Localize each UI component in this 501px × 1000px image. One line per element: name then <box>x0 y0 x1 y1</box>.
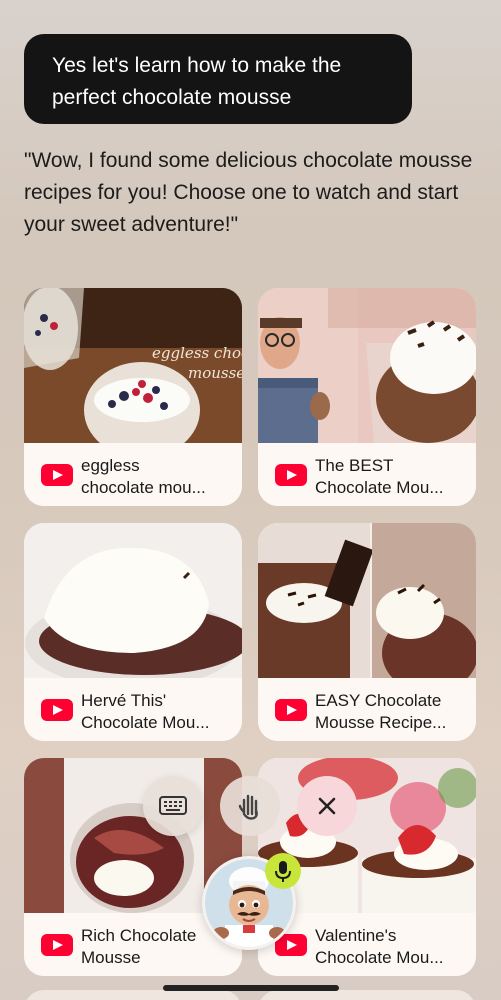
video-title: Chocolate Mou... <box>315 478 444 497</box>
video-title: Hervé This' <box>81 691 167 710</box>
video-title: The BEST <box>315 456 394 475</box>
video-title: eggless <box>81 456 140 475</box>
youtube-icon <box>275 699 307 721</box>
close-button[interactable] <box>297 776 357 836</box>
video-card-best[interactable]: The BEST Chocolate Mou... <box>258 288 476 506</box>
assistant-message: "Wow, I found some delicious chocolate m… <box>24 149 473 236</box>
keyboard-button[interactable] <box>143 776 203 836</box>
video-title: Chocolate Mou... <box>315 948 444 967</box>
video-card-peek <box>24 990 242 1000</box>
keyboard-icon <box>159 796 187 815</box>
youtube-icon <box>41 699 73 721</box>
youtube-icon <box>41 464 73 486</box>
video-caption: EASY Chocolate Mousse Recipe... <box>258 678 476 741</box>
video-title: EASY Chocolate <box>315 691 442 710</box>
video-title: Mousse <box>81 948 141 967</box>
microphone-icon <box>275 861 291 882</box>
video-thumbnail <box>258 288 476 443</box>
thumbnail-overlay-text: mousse <box>188 364 242 382</box>
hand-button[interactable] <box>220 776 280 836</box>
video-card-eggless[interactable]: eggless choco mousse eggless chocolate m… <box>24 288 242 506</box>
video-caption: Hervé This' Chocolate Mou... <box>24 678 242 741</box>
home-indicator[interactable] <box>163 985 339 991</box>
video-title: Mousse Recipe... <box>315 713 447 732</box>
video-card-peek <box>258 990 476 1000</box>
video-card-rich[interactable]: Rich Chocolate Mousse <box>24 758 242 976</box>
hand-icon <box>238 794 258 820</box>
video-card-easy[interactable]: EASY Chocolate Mousse Recipe... <box>258 523 476 741</box>
thumbnail-overlay-text: eggless choco <box>152 344 242 362</box>
close-icon <box>318 797 336 815</box>
video-card-herve[interactable]: Hervé This' Chocolate Mou... <box>24 523 242 741</box>
video-title: chocolate mou... <box>81 478 206 497</box>
user-message-bubble: Yes let's learn how to make the perfect … <box>24 34 412 124</box>
microphone-button[interactable] <box>265 853 301 889</box>
youtube-icon <box>41 934 73 956</box>
video-title: Chocolate Mou... <box>81 713 210 732</box>
user-message-text: Yes let's learn how to make the perfect … <box>52 54 342 109</box>
video-thumbnail <box>24 523 242 678</box>
video-title: Valentine's <box>315 926 397 945</box>
video-caption: eggless chocolate mou... <box>24 443 242 506</box>
youtube-icon <box>275 464 307 486</box>
video-thumbnail: eggless choco mousse <box>24 288 242 443</box>
video-thumbnail <box>258 523 476 678</box>
video-caption: The BEST Chocolate Mou... <box>258 443 476 506</box>
